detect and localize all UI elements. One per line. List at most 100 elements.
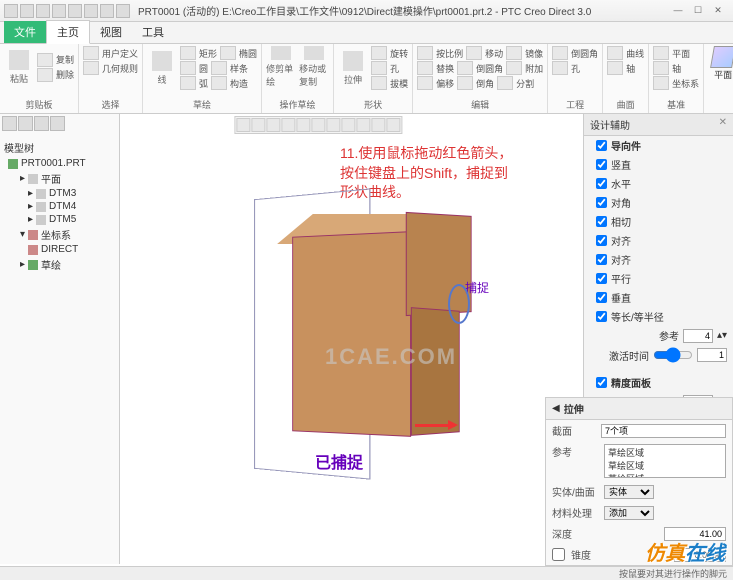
circle-icon[interactable] [180, 61, 196, 75]
guide-item-8[interactable]: 等长/等半径 [584, 307, 733, 326]
tree-sketch[interactable]: ▸ 草绘 [2, 256, 117, 273]
plane-sm-icon[interactable] [653, 46, 669, 60]
activate-time-input[interactable] [697, 348, 727, 362]
round-icon[interactable] [457, 61, 473, 75]
tab-view[interactable]: 视图 [90, 21, 132, 43]
qat-redo-icon[interactable] [68, 4, 82, 18]
tree-axis-group[interactable]: ▾ 坐标系 [2, 226, 117, 243]
tree-planes-group[interactable]: ▸ 平面 [2, 170, 117, 187]
taper-input[interactable] [674, 548, 727, 562]
vp-btn6-icon[interactable] [311, 118, 325, 132]
depth-input[interactable] [664, 527, 726, 541]
revolve-icon[interactable] [371, 46, 387, 60]
tree-btn4-icon[interactable] [50, 116, 65, 131]
curve-icon[interactable] [607, 46, 623, 60]
viewport-3d[interactable]: 11.使用鼠标拖动红色箭头， 按住键盘上的Shift，捕捉到 形状曲线。 1CA… [120, 114, 583, 564]
tree-dtm5[interactable]: ▸ DTM5 [2, 213, 117, 226]
tab-home[interactable]: 主页 [46, 20, 90, 44]
rect-icon[interactable] [180, 46, 196, 60]
vp-btn11-icon[interactable] [386, 118, 400, 132]
material-select[interactable]: 添加 [604, 506, 654, 520]
guide-item-2[interactable]: 对角 [584, 193, 733, 212]
taper-checkbox[interactable] [552, 548, 565, 561]
tree-btn3-icon[interactable] [34, 116, 49, 131]
point-icon[interactable] [211, 76, 227, 90]
spinner-icon[interactable]: ▴▾ [717, 330, 727, 341]
split-icon[interactable] [497, 76, 513, 90]
move2-icon[interactable] [466, 46, 482, 60]
qat-open-icon[interactable] [20, 4, 34, 18]
attach-icon[interactable] [506, 61, 522, 75]
tree-btn2-icon[interactable] [18, 116, 33, 131]
tree-root[interactable]: PRT0001.PRT [2, 157, 117, 170]
model-3d[interactable]: 1CAE.COM 已捕捉 捕捉 [240, 194, 500, 494]
drag-arrow-icon[interactable] [415, 424, 455, 427]
qat-new-icon[interactable] [4, 4, 18, 18]
guide-item-4[interactable]: 对齐 [584, 231, 733, 250]
guide-item-checkbox[interactable] [596, 178, 607, 189]
qat-undo-icon[interactable] [52, 4, 66, 18]
guide-item-checkbox[interactable] [596, 273, 607, 284]
hole-icon[interactable] [371, 61, 387, 75]
tree-btn1-icon[interactable] [2, 116, 17, 131]
section-input[interactable] [601, 424, 726, 438]
vp-btn7-icon[interactable] [326, 118, 340, 132]
tree-direct[interactable]: DIRECT [2, 243, 117, 256]
maximize-button[interactable]: ☐ [691, 5, 705, 17]
close-button[interactable]: ✕ [711, 5, 725, 17]
ref-count-input[interactable] [683, 329, 713, 343]
guide-item-checkbox[interactable] [596, 159, 607, 170]
vp-btn3-icon[interactable] [266, 118, 280, 132]
ellipse-icon[interactable] [220, 46, 236, 60]
guide-master-check[interactable]: 导向件 [584, 136, 733, 155]
chamfer-icon[interactable] [457, 76, 473, 90]
precision-panel-check[interactable]: 精度面板 [584, 373, 733, 392]
precision-checkbox[interactable] [596, 377, 607, 388]
guide-item-3[interactable]: 相切 [584, 212, 733, 231]
plane-button[interactable]: 平面 [708, 46, 733, 88]
guide-item-5[interactable]: 对齐 [584, 250, 733, 269]
guide-item-checkbox[interactable] [596, 311, 607, 322]
extrude-button[interactable]: 拉伸 [338, 47, 368, 89]
paste-button[interactable]: 粘贴 [4, 46, 34, 88]
vp-btn1-icon[interactable] [236, 118, 250, 132]
spline-icon[interactable] [211, 61, 227, 75]
tab-tools[interactable]: 工具 [132, 21, 174, 43]
vp-btn5-icon[interactable] [296, 118, 310, 132]
activate-slider[interactable] [653, 347, 693, 363]
vp-btn9-icon[interactable] [356, 118, 370, 132]
repl-icon[interactable] [417, 61, 433, 75]
tree-dtm3[interactable]: ▸ DTM3 [2, 187, 117, 200]
guide-item-checkbox[interactable] [596, 254, 607, 265]
guide-checkbox[interactable] [596, 140, 607, 151]
copy-icon[interactable] [37, 53, 53, 67]
guide-item-checkbox[interactable] [596, 216, 607, 227]
guide-item-1[interactable]: 水平 [584, 174, 733, 193]
guide-item-checkbox[interactable] [596, 235, 607, 246]
csys-icon[interactable] [653, 76, 669, 90]
guide-item-checkbox[interactable] [596, 292, 607, 303]
guide-item-0[interactable]: 竖直 [584, 155, 733, 174]
trim-button[interactable]: 修剪单绘 [266, 46, 296, 88]
axis2-icon[interactable] [607, 61, 623, 75]
hole2-icon[interactable] [552, 61, 568, 75]
tab-file[interactable]: 文件 [4, 21, 46, 43]
vp-btn4-icon[interactable] [281, 118, 295, 132]
qat-close-icon[interactable] [100, 4, 114, 18]
ref-list[interactable]: 草绘区域草绘区域草绘区域 [604, 444, 726, 478]
minimize-button[interactable]: — [671, 5, 685, 17]
tree-dtm4[interactable]: ▸ DTM4 [2, 200, 117, 213]
close-panel-icon[interactable]: ✕ [719, 117, 727, 132]
qat-more-icon[interactable] [116, 4, 130, 18]
qat-save-icon[interactable] [36, 4, 50, 18]
solid-select[interactable]: 实体 [604, 485, 654, 499]
qat-regen-icon[interactable] [84, 4, 98, 18]
vp-btn10-icon[interactable] [371, 118, 385, 132]
line-button[interactable]: 线 [147, 47, 177, 89]
round3-icon[interactable] [552, 46, 568, 60]
userdef-icon[interactable] [83, 46, 99, 60]
guide-item-7[interactable]: 垂直 [584, 288, 733, 307]
vp-btn2-icon[interactable] [251, 118, 265, 132]
extrude-header[interactable]: ◀ 拉伸 [546, 398, 732, 420]
offset-icon[interactable] [417, 76, 433, 90]
